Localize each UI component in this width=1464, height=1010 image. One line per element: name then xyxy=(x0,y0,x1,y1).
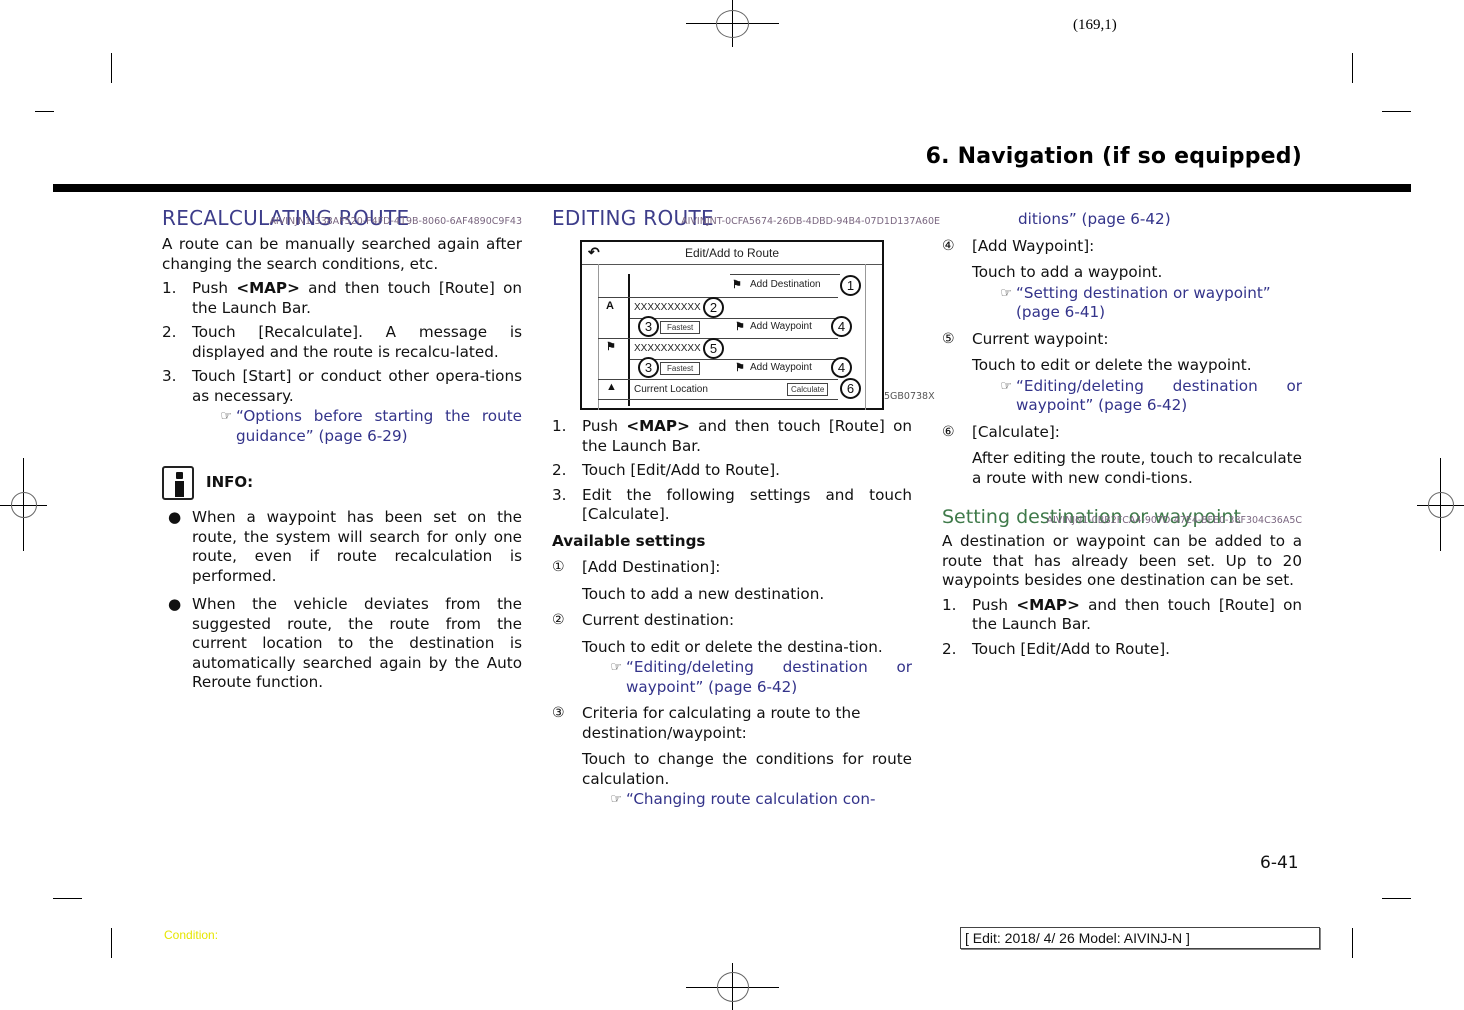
add-waypoint-button[interactable]: Add Waypoint xyxy=(750,362,812,373)
section-id: AIVINJN1-338AF520-F4FD-419B-8060-6AF4890… xyxy=(269,215,522,227)
page-number: 6-41 xyxy=(1260,853,1299,873)
callout-3b: 3 xyxy=(638,357,659,378)
section-heading: RECALCULATING ROUTE AIVINJN1-338AF520-F4… xyxy=(162,206,522,230)
available-settings-heading: Available settings xyxy=(552,531,706,550)
pointing-hand-icon: ☞ xyxy=(610,792,622,807)
callout-1: 1 xyxy=(840,275,861,296)
setting-item: ③ Criteria for calculating a route to th… xyxy=(552,704,861,742)
page-code: (169,1) xyxy=(1073,17,1117,33)
intro-text: A route can be manually searched again a… xyxy=(162,235,522,273)
callout-6: 6 xyxy=(840,378,861,399)
crop-mark xyxy=(35,111,54,112)
setting-item: ⑤ Current waypoint: xyxy=(942,329,1109,348)
screen-title: Edit/Add to Route xyxy=(582,242,882,265)
crop-mark xyxy=(53,898,82,899)
crop-mark xyxy=(1352,53,1353,83)
step: 1. Push <MAP> and then touch [Route] on … xyxy=(552,417,913,455)
edit-add-route-screen-figure: Edit/Add to Route ↶ ⚑ Add Destination 1 … xyxy=(580,240,884,410)
page-reference-link[interactable]: ☞ “Options before starting the route gui… xyxy=(162,407,522,446)
calculate-button[interactable]: Calculate xyxy=(787,383,829,396)
figure-code: 5GB0738X xyxy=(884,391,935,402)
callout-4b: 4 xyxy=(831,357,852,378)
destination-flag-icon: ⚑ xyxy=(732,279,742,291)
step: 2. Touch [Recalculate]. A message is dis… xyxy=(162,323,522,361)
fastest-button[interactable]: Fastest xyxy=(660,362,701,375)
step: 2. Touch [Edit/Add to Route]. xyxy=(552,461,781,479)
setting-item: ④ [Add Waypoint]: xyxy=(942,236,1095,255)
crop-mark xyxy=(1382,898,1411,899)
info-header: INFO: xyxy=(162,466,522,500)
callout-3: 3 xyxy=(638,316,659,337)
page-reference-link[interactable]: ☞ “Changing route calculation con- xyxy=(582,790,912,810)
step: 3. Edit the following settings and touch… xyxy=(552,485,912,524)
current-location-icon: ▲ xyxy=(606,381,617,393)
back-icon: ↶ xyxy=(588,244,600,260)
crop-mark xyxy=(111,928,112,958)
callout-4: 4 xyxy=(831,316,852,337)
pointing-hand-icon: ☞ xyxy=(610,660,622,675)
page-reference-link[interactable]: ☞ “Editing/deleting destination or waypo… xyxy=(582,658,912,697)
pointing-hand-icon: ☞ xyxy=(220,409,232,424)
column-recalculating-route: RECALCULATING ROUTE AIVINJN1-338AF520-F4… xyxy=(162,206,523,693)
waypoint-icon: ⚑ xyxy=(606,341,616,353)
step: 1. Push <MAP> and then touch [Route] on … xyxy=(162,279,523,317)
current-location: Current Location xyxy=(634,384,708,395)
callout-2: 2 xyxy=(703,297,724,318)
page-reference-link-continued[interactable]: ditions” (page 6-42) xyxy=(1018,210,1302,230)
callout-5: 5 xyxy=(703,338,724,359)
pointing-hand-icon: ☞ xyxy=(1000,285,1012,301)
crop-mark xyxy=(1352,928,1353,958)
waypoint-flag-icon: ⚑ xyxy=(735,362,745,374)
info-icon xyxy=(162,466,194,500)
crop-mark xyxy=(111,53,112,83)
crop-mark xyxy=(1382,111,1411,112)
condition-label: Condition: xyxy=(164,928,219,942)
column-editing-route-steps: 1. Push <MAP> and then touch [Route] on … xyxy=(552,417,913,810)
waypoint-name[interactable]: XXXXXXXXXX xyxy=(634,343,701,354)
add-destination-button[interactable]: Add Destination xyxy=(750,279,821,290)
waypoint-flag-icon: ⚑ xyxy=(735,321,745,333)
add-waypoint-button[interactable]: Add Waypoint xyxy=(750,321,812,332)
intro-text: A destination or waypoint can be added t… xyxy=(942,532,1302,589)
destination-icon: A xyxy=(606,300,614,312)
chapter-rule xyxy=(53,184,1411,192)
info-bullet: ● When a waypoint has been set on the ro… xyxy=(168,508,522,585)
step: 3. Touch [Start] or conduct other opera-… xyxy=(162,367,522,405)
pointing-hand-icon: ☞ xyxy=(1000,378,1012,394)
destination-name[interactable]: XXXXXXXXXX xyxy=(634,302,701,313)
page-reference-link[interactable]: ☞ “Setting destination or waypoint” (pag… xyxy=(972,284,1302,323)
setting-item: ② Current destination: xyxy=(552,611,735,629)
info-bullet: ● When the vehicle deviates from the sug… xyxy=(168,595,522,691)
column-continued: ditions” (page 6-42) ④ [Add Waypoint]: T… xyxy=(942,210,1303,658)
setting-item: ⑥ [Calculate]: xyxy=(942,422,1060,441)
chapter-title: 6. Navigation (if so equipped) xyxy=(925,144,1302,169)
subsection-heading: Setting destination or waypoint AIVINJN1… xyxy=(942,506,1302,528)
step: 2. Touch [Edit/Add to Route]. xyxy=(942,639,1171,658)
fastest-button[interactable]: Fastest xyxy=(660,321,701,334)
page-reference-link[interactable]: ☞ “Editing/deleting destination or waypo… xyxy=(972,377,1302,416)
column-editing-route: EDITING ROUTE AIVINJNT-0CFA5674-26DB-4DB… xyxy=(552,206,940,231)
section-id: AIVINJN1-0BB2FCA4-907D-47E4-BFE0-38F304C… xyxy=(1046,514,1302,526)
step: 1. Push <MAP> and then touch [Route] on … xyxy=(942,595,1303,634)
route-line xyxy=(628,274,630,406)
section-id: AIVINJNT-0CFA5674-26DB-4DBD-94B4-07D1D13… xyxy=(681,215,940,227)
section-heading: EDITING ROUTE AIVINJNT-0CFA5674-26DB-4DB… xyxy=(552,206,940,230)
edit-info-box: [ Edit: 2018/ 4/ 26 Model: AIVINJ-N ] xyxy=(960,927,1320,949)
setting-item: ① [Add Destination]: xyxy=(552,558,721,576)
